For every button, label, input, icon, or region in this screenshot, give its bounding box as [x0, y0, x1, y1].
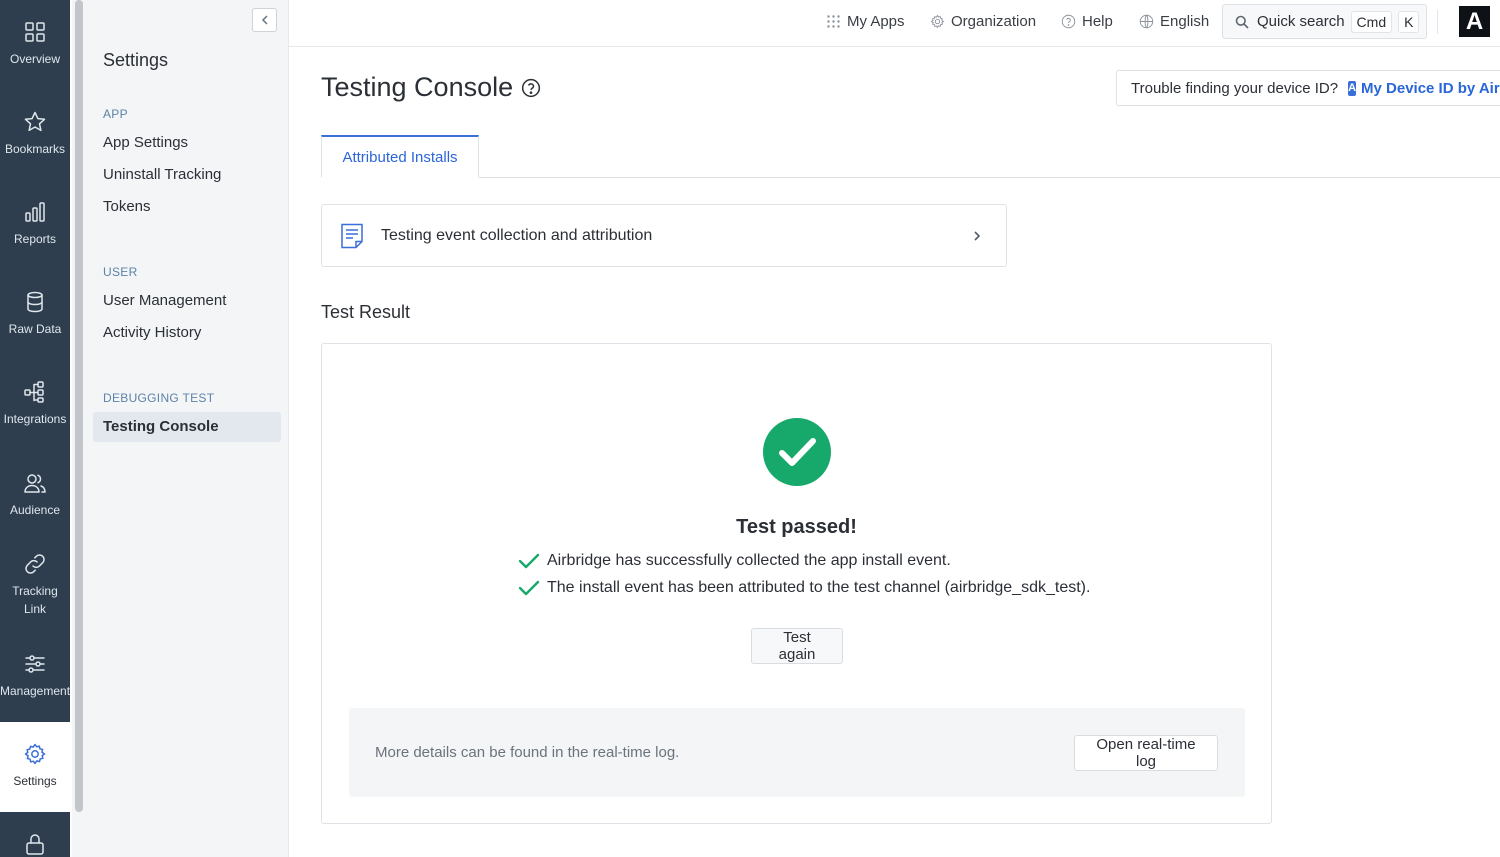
- rail-label: Bookmarks: [4, 142, 66, 156]
- chevron-left-icon: [261, 15, 268, 25]
- airbridge-logo-icon: A: [1348, 80, 1357, 96]
- device-id-help-text: Trouble finding your device ID?: [1131, 79, 1339, 97]
- link-icon: [25, 554, 45, 574]
- help-circle-icon[interactable]: [521, 78, 541, 98]
- my-apps-button[interactable]: My Apps: [826, 0, 905, 43]
- rail-label: Tracking Link: [12, 584, 58, 616]
- test-result-card: Test passed! Airbridge has successfully …: [321, 343, 1272, 824]
- rail-label: Settings: [13, 774, 57, 788]
- rail-scrollbar-thumb[interactable]: [75, 0, 83, 812]
- brand-logo[interactable]: A: [1459, 6, 1490, 37]
- open-realtime-log-button[interactable]: Open real-time log: [1074, 735, 1218, 771]
- collapse-sidebar-button[interactable]: [252, 8, 277, 32]
- rail-item-tracking-link[interactable]: Tracking Link: [0, 552, 70, 618]
- check-circle-icon: [763, 418, 831, 486]
- search-icon: [1235, 15, 1249, 29]
- lock-icon: [26, 834, 44, 855]
- page-title: Testing Console: [321, 72, 541, 103]
- rail-label: Management: [0, 684, 71, 698]
- test-result-headline: Test passed!: [736, 516, 857, 538]
- sidebar-section-app: APP: [103, 107, 128, 121]
- overview-icon: [25, 22, 45, 42]
- my-apps-label: My Apps: [847, 13, 905, 30]
- star-icon: [24, 111, 46, 132]
- sidebar-section-debugging-test: DEBUGGING TEST: [103, 391, 215, 405]
- language-label: English: [1160, 13, 1210, 30]
- help-label: Help: [1082, 13, 1113, 30]
- icon-rail: Overview Bookmarks Reports Raw Data Inte…: [0, 0, 70, 857]
- document-icon: [341, 223, 363, 248]
- guide-card-text: Testing event collection and attribution: [381, 226, 653, 244]
- realtime-log-text: More details can be found in the real-ti…: [375, 744, 680, 761]
- guide-card[interactable]: Testing event collection and attribution: [321, 204, 1007, 267]
- sidebar-section-user: USER: [103, 265, 138, 279]
- rail-item-management[interactable]: Management: [0, 652, 70, 700]
- shortcut-key-k: K: [1398, 10, 1420, 33]
- rail-item-raw-data[interactable]: Raw Data: [0, 290, 70, 338]
- test-again-button[interactable]: Test again: [751, 628, 843, 664]
- rail-label: Integrations: [3, 412, 67, 426]
- my-device-id-link[interactable]: My Device ID by Airbridge: [1361, 80, 1500, 97]
- check-item-text: Airbridge has successfully collected the…: [547, 552, 951, 569]
- page-title-text: Testing Console: [321, 72, 514, 102]
- gear-icon: [930, 14, 945, 29]
- rail-item-audience[interactable]: Audience: [0, 471, 70, 519]
- rail-item-reports[interactable]: Reports: [0, 200, 70, 248]
- sidebar-title: Settings: [103, 50, 169, 70]
- check-item: The install event has been attributed to…: [518, 579, 1090, 597]
- check-item-text: The install event has been attributed to…: [547, 579, 1091, 596]
- help-circle-icon: [1061, 14, 1076, 29]
- settings-sidebar: Settings APP App Settings Uninstall Trac…: [86, 0, 289, 857]
- top-bar: My Apps Organization Help English Quick …: [289, 0, 1500, 47]
- bar-chart-icon: [25, 202, 45, 222]
- top-bar-divider: [1437, 10, 1438, 34]
- organization-label: Organization: [951, 13, 1037, 30]
- realtime-log-panel: More details can be found in the real-ti…: [349, 708, 1245, 797]
- grid-dots-icon: [827, 15, 840, 28]
- quick-search-button[interactable]: Quick search Cmd K: [1222, 4, 1427, 39]
- rail-item-settings[interactable]: Settings: [0, 722, 70, 812]
- rail-label: Reports: [13, 232, 57, 246]
- sidebar-item-testing-console[interactable]: Testing Console: [93, 412, 281, 442]
- globe-icon: [1139, 14, 1154, 29]
- rail-item-overview[interactable]: Overview: [0, 20, 70, 68]
- rail-label: Audience: [9, 503, 61, 517]
- chevron-right-icon: [974, 231, 981, 241]
- sliders-icon: [25, 655, 45, 673]
- help-button[interactable]: Help: [1061, 0, 1113, 43]
- tab-attributed-installs[interactable]: Attributed Installs: [321, 135, 479, 178]
- gear-icon: [24, 743, 46, 765]
- device-id-help-banner: Trouble finding your device ID? A My Dev…: [1116, 70, 1500, 106]
- rail-item-integrations[interactable]: Integrations: [0, 380, 70, 428]
- shortcut-key-cmd: Cmd: [1350, 10, 1393, 33]
- database-icon: [27, 291, 43, 313]
- rail-scrollbar[interactable]: [72, 0, 86, 857]
- integrations-icon: [24, 381, 44, 403]
- tab-bar: Attributed Installs: [321, 135, 1500, 178]
- test-result-title: Test Result: [321, 302, 411, 322]
- sidebar-item-activity-history[interactable]: Activity History: [93, 318, 281, 348]
- sidebar-item-app-settings[interactable]: App Settings: [93, 128, 281, 158]
- rail-label: Raw Data: [8, 322, 62, 336]
- quick-search-label: Quick search: [1257, 13, 1345, 30]
- check-icon: [518, 553, 540, 569]
- sidebar-item-uninstall-tracking[interactable]: Uninstall Tracking: [93, 160, 281, 190]
- language-selector[interactable]: English: [1139, 0, 1209, 43]
- rail-label: Overview: [9, 52, 60, 66]
- organization-button[interactable]: Organization: [930, 0, 1036, 43]
- check-icon: [518, 580, 540, 596]
- sidebar-item-tokens[interactable]: Tokens: [93, 192, 281, 222]
- users-icon: [24, 474, 46, 493]
- check-item: Airbridge has successfully collected the…: [518, 552, 951, 570]
- rail-item-bookmarks[interactable]: Bookmarks: [0, 110, 70, 158]
- sidebar-item-user-management[interactable]: User Management: [93, 286, 281, 316]
- rail-item-locked[interactable]: [0, 832, 70, 857]
